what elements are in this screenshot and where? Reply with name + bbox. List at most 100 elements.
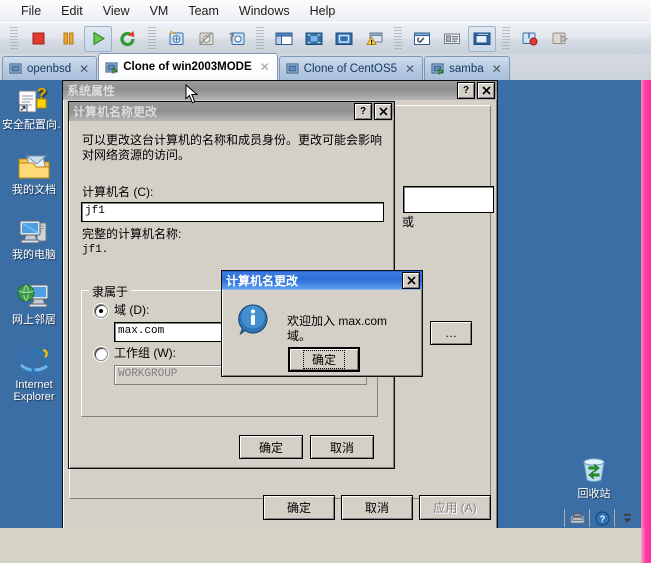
manage-snapshots-icon[interactable] — [222, 26, 250, 52]
domain-radio-label: 域 (D): — [114, 303, 150, 317]
vmware-bottom-accent-strip — [641, 528, 651, 563]
computer-name-changes-titlebar[interactable]: 计算机名称更改 ? — [69, 102, 394, 121]
close-icon[interactable] — [374, 103, 392, 120]
message-box-dialog[interactable]: 计算机名更改 欢迎加入 max.com 域。 确定 — [221, 270, 423, 377]
close-icon[interactable] — [402, 272, 420, 289]
button-label: 确定 — [286, 501, 311, 515]
svg-text:?: ? — [599, 514, 605, 524]
button-label: 确定 — [302, 350, 345, 369]
dialog-title: 计算机名称更改 — [73, 105, 158, 119]
toolbar-separator — [10, 26, 18, 51]
menu-help[interactable]: Help — [301, 2, 345, 20]
fullscreen-icon[interactable] — [330, 26, 358, 52]
pause-vm-icon[interactable] — [54, 26, 82, 52]
help-button[interactable]: ? — [354, 103, 372, 120]
system-properties-titlebar[interactable]: 系统属性 ? — [63, 81, 497, 100]
full-computer-name-value: jf1. — [82, 244, 109, 256]
expand-status-icon[interactable] — [614, 509, 639, 527]
vm-tab-icon — [105, 62, 119, 74]
message-box-titlebar[interactable]: 计算机名更改 — [222, 271, 422, 290]
help-button[interactable]: ? — [457, 82, 475, 99]
menu-vm[interactable]: VM — [141, 2, 178, 20]
show-sidebar-icon[interactable] — [270, 26, 298, 52]
guest-status-strip: ? — [564, 509, 639, 527]
member-of-label: 隶属于 — [89, 283, 132, 300]
desktop-icon-label: 我的文档 — [12, 184, 56, 196]
vm-tab-label: Clone of CentOS5 — [303, 62, 398, 75]
vm-tab-clone-of-centos5[interactable]: Clone of CentOS5 ✕ — [278, 56, 424, 80]
menu-bar: File Edit View VM Team Windows Help — [0, 0, 651, 22]
vm-tab-strip: openbsd ✕ Clone of win2003MODE ✕ Clone o… — [0, 52, 651, 80]
vm-tab-icon — [431, 63, 445, 75]
workgroup-radio-option[interactable]: 工作组 (W): — [94, 346, 176, 361]
computer-name-input[interactable]: jf1 — [81, 202, 384, 222]
console-view-icon[interactable] — [468, 25, 496, 52]
vm-tab-openbsd[interactable]: openbsd ✕ — [2, 56, 98, 80]
power-off-team-icon[interactable] — [546, 26, 574, 52]
computer-name-ok-button[interactable]: 确定 — [239, 435, 303, 459]
menu-edit[interactable]: Edit — [52, 2, 92, 20]
network-icon — [2, 278, 66, 312]
toolbar-separator — [148, 26, 156, 51]
change-button[interactable]: … — [430, 321, 472, 345]
desktop-icon-security-configuration-wizard[interactable]: ? 安全配置向… — [2, 83, 66, 131]
tool-bar — [0, 22, 651, 54]
floppy-status-icon[interactable] — [564, 509, 589, 527]
computer-description-field[interactable] — [403, 186, 494, 213]
computer-name-cancel-button[interactable]: 取消 — [310, 435, 374, 459]
toolbar-separator — [394, 26, 402, 51]
dialog-description-line2: 对网络资源的访问。 — [82, 148, 191, 162]
desktop-icon-recycle-bin[interactable]: 回收站 — [562, 452, 626, 500]
change-button-label: … — [445, 326, 457, 340]
or-separator-text: 或 — [402, 215, 415, 229]
computer-icon — [2, 213, 66, 247]
domain-radio-button[interactable] — [94, 303, 108, 318]
close-tab-icon[interactable]: ✕ — [260, 60, 270, 74]
close-tab-icon[interactable]: ✕ — [492, 62, 502, 76]
summary-view-icon[interactable] — [438, 26, 466, 52]
guest-screen[interactable]: ? 安全配置向… 我的文档 我的电脑 网上邻居 Internet Explore… — [0, 80, 641, 528]
domain-input[interactable]: max.com — [114, 322, 232, 342]
system-properties-ok-button[interactable]: 确定 — [263, 495, 335, 520]
close-tab-icon[interactable]: ✕ — [79, 62, 89, 76]
play-vm-icon[interactable] — [84, 25, 112, 52]
quick-switch-icon[interactable] — [360, 26, 388, 52]
workgroup-radio-label: 工作组 (W): — [114, 346, 176, 360]
menu-view[interactable]: View — [94, 2, 139, 20]
reset-vm-icon[interactable] — [114, 26, 142, 52]
help-status-icon[interactable]: ? — [589, 509, 614, 527]
button-label: 应用 (A) — [433, 501, 477, 515]
show-thumbnails-icon[interactable] — [300, 26, 328, 52]
take-snapshot-icon[interactable] — [162, 26, 190, 52]
desktop-icon-label: 回收站 — [577, 488, 611, 500]
desktop-icon-my-documents[interactable]: 我的文档 — [2, 148, 66, 196]
desktop-icon-label: 安全配置向… — [2, 119, 66, 131]
message-box-text: 欢迎加入 max.com 域。 — [287, 314, 388, 343]
power-on-team-icon[interactable] — [516, 26, 544, 52]
stop-vm-icon[interactable] — [24, 26, 52, 52]
vm-tab-clone-of-win2003mode[interactable]: Clone of win2003MODE ✕ — [98, 53, 278, 80]
vm-tab-icon — [286, 63, 299, 74]
toolbar-separator — [256, 26, 264, 51]
domain-radio-option[interactable]: 域 (D): — [94, 303, 149, 318]
ie-icon — [2, 343, 66, 377]
desktop-icon-my-network-places[interactable]: 网上邻居 — [2, 278, 66, 326]
menu-windows[interactable]: Windows — [230, 2, 299, 20]
window-title: 系统属性 — [67, 84, 116, 98]
button-label: 确定 — [258, 440, 283, 455]
close-icon[interactable] — [477, 82, 495, 99]
system-properties-cancel-button[interactable]: 取消 — [341, 495, 413, 520]
workgroup-radio-button[interactable] — [94, 346, 108, 361]
desktop-icon-my-computer[interactable]: 我的电脑 — [2, 213, 66, 261]
scw-icon: ? — [2, 83, 66, 117]
vm-settings-icon[interactable] — [408, 26, 436, 52]
vmware-right-accent-strip — [641, 80, 651, 528]
revert-snapshot-icon[interactable] — [192, 26, 220, 52]
full-computer-name-label: 完整的计算机名称: — [82, 227, 182, 241]
menu-team[interactable]: Team — [179, 2, 228, 20]
close-tab-icon[interactable]: ✕ — [405, 62, 415, 76]
vm-tab-samba[interactable]: samba ✕ — [424, 56, 510, 80]
message-box-ok-button[interactable]: 确定 — [288, 347, 360, 372]
desktop-icon-internet-explorer[interactable]: Internet Explorer — [2, 343, 66, 403]
menu-file[interactable]: File — [12, 2, 50, 20]
